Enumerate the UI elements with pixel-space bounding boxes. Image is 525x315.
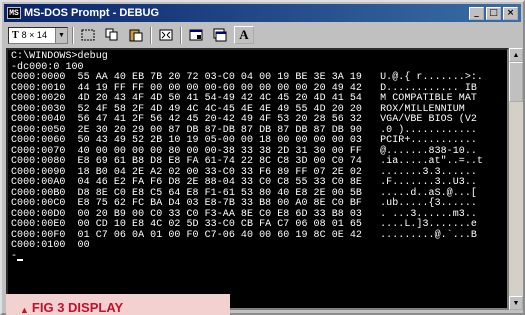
toolbar-separator xyxy=(150,26,152,44)
toolbar-separator xyxy=(180,26,182,44)
font-size-select[interactable]: T 8 × 14 ▼ xyxy=(8,26,68,44)
console-line: C000:0000 55 AA 40 EB 7B 20 72 03-C0 04 … xyxy=(11,72,483,83)
minimize-button[interactable]: _ xyxy=(469,6,484,20)
scroll-down-button[interactable]: ▼ xyxy=(509,296,523,310)
console-output[interactable]: C:\WINDOWS>debug -dc000:0 100 C000:0000 55… xyxy=(6,48,509,310)
window-controls: _ □ × xyxy=(469,6,518,20)
scroll-up-button[interactable]: ▲ xyxy=(509,48,523,62)
close-button[interactable]: × xyxy=(503,6,518,20)
toolbar-separator xyxy=(72,26,74,44)
console-line: C000:0100 00 xyxy=(11,240,90,251)
triangle-marker-icon: ▲ xyxy=(20,305,29,315)
mark-icon[interactable] xyxy=(78,26,98,44)
paste-icon[interactable] xyxy=(126,26,146,44)
caption-text: FIG 3 DISPLAY xyxy=(31,300,124,315)
console-line: C000:0080 E8 69 61 B8 D8 E8 FA 61-74 22 … xyxy=(11,156,483,167)
window-title: MS-DOS Prompt - DEBUG xyxy=(24,7,160,19)
font-size-value: 8 × 14 xyxy=(21,30,47,40)
maximize-button[interactable]: □ xyxy=(486,6,501,20)
console-line: C:\WINDOWS>debug xyxy=(11,51,108,62)
scroll-thumb[interactable] xyxy=(509,62,523,102)
fullscreen-icon[interactable] xyxy=(156,26,176,44)
title-bar[interactable]: MS MS-DOS Prompt - DEBUG _ □ × xyxy=(4,4,521,22)
ms-dos-prompt-window: MS MS-DOS Prompt - DEBUG _ □ × T 8 × 14 … xyxy=(0,0,525,315)
console-line: C000:0060 50 43 49 52 2B 10 19 05-00 00 … xyxy=(11,135,477,146)
console-line: C000:00A0 04 46 E2 FA F6 D8 2E 88-04 33 … xyxy=(11,177,477,188)
console-line: C000:0020 4D 20 43 4F 4D 50 41 54-49 42 … xyxy=(11,93,477,104)
console-line: C000:00C0 E8 75 62 FC BA D4 03 E8-7B 33 … xyxy=(11,198,477,209)
console-line: C000:00E0 00 CD 10 E8 4C 02 5D 33-C0 CB … xyxy=(11,219,477,230)
console-line: C000:0040 56 47 41 2F 56 42 45 20-42 49 … xyxy=(11,114,477,125)
toolbar: T 8 × 14 ▼ A xyxy=(4,24,521,46)
figure-caption: ▲ FIG 3 DISPLAY xyxy=(6,294,230,315)
vertical-scrollbar[interactable]: ▲ ▼ xyxy=(509,48,523,310)
text-cursor xyxy=(17,259,24,261)
font-button[interactable]: A xyxy=(234,26,254,44)
ms-dos-icon[interactable]: MS xyxy=(7,7,21,19)
chevron-down-icon[interactable]: ▼ xyxy=(55,27,67,43)
properties-icon[interactable] xyxy=(186,26,206,44)
console-line: - xyxy=(11,251,507,263)
truetype-icon: T xyxy=(12,29,19,41)
background-icon[interactable] xyxy=(210,26,230,44)
copy-icon[interactable] xyxy=(102,26,122,44)
